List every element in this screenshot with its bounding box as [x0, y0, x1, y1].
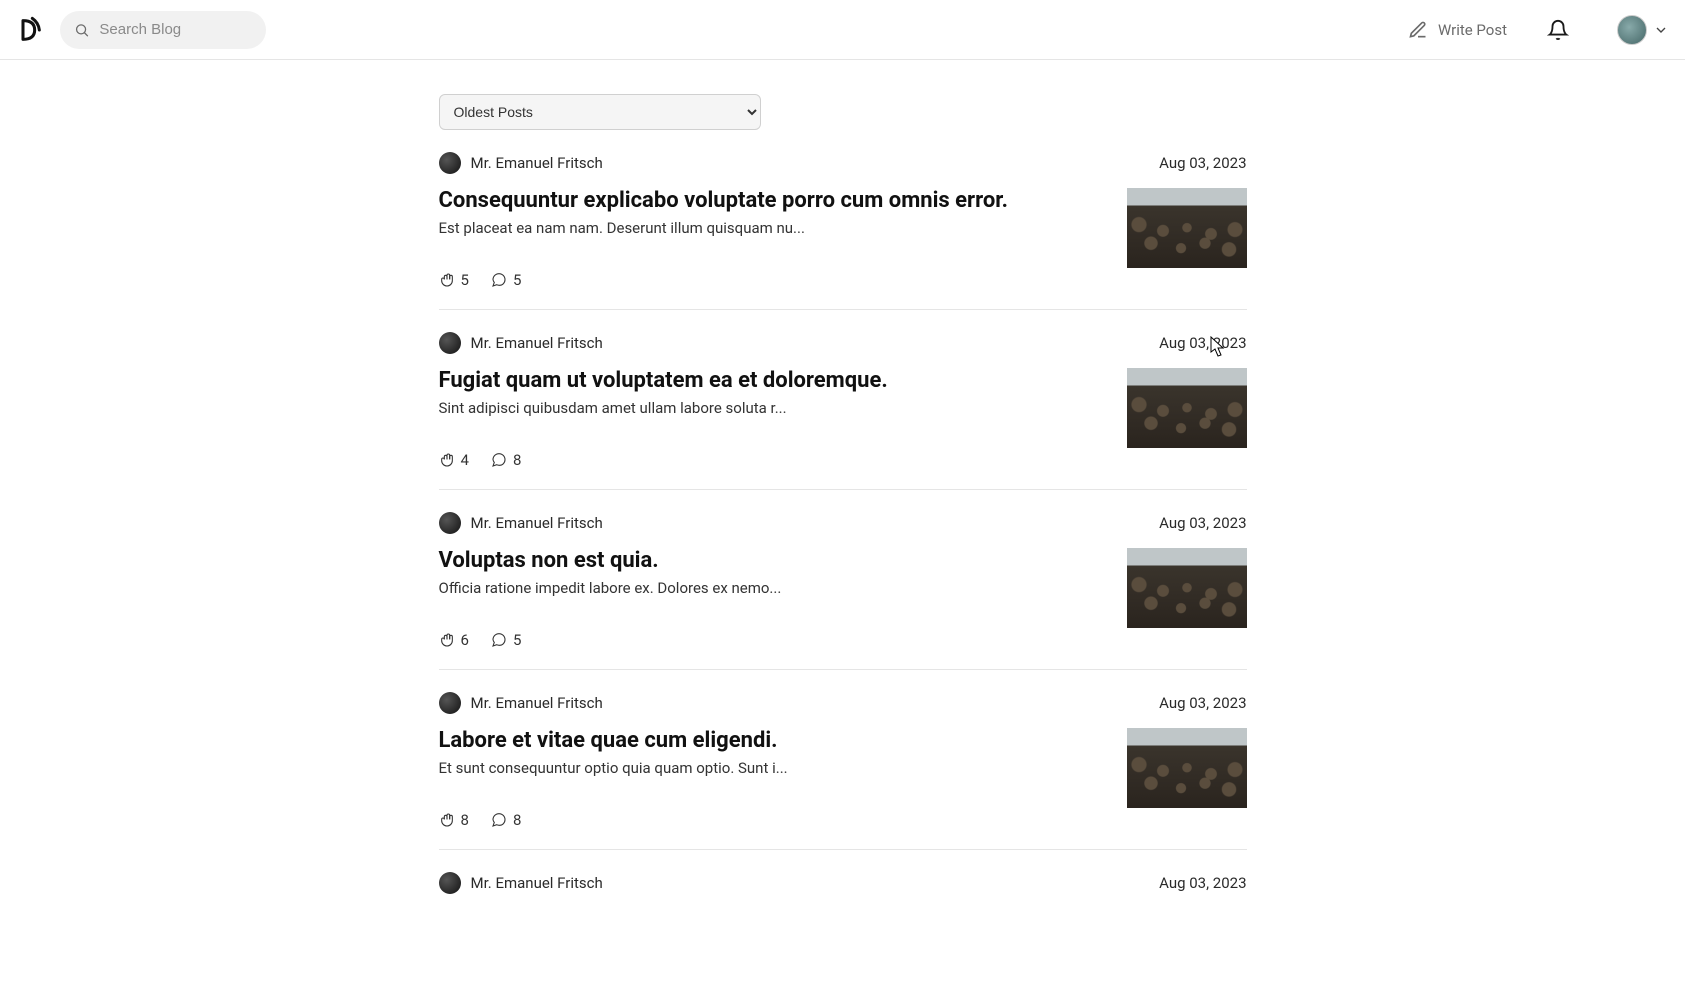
post-author[interactable]: Mr. Emanuel Fritsch [439, 512, 603, 534]
comment-count: 8 [513, 451, 521, 469]
clap-button[interactable]: 4 [439, 451, 469, 469]
post-date: Aug 03, 2023 [1159, 874, 1246, 892]
author-avatar [439, 512, 461, 534]
author-avatar [439, 332, 461, 354]
post-title[interactable]: Labore et vitae quae cum eligendi. [439, 728, 1103, 753]
post-author[interactable]: Mr. Emanuel Fritsch [439, 692, 603, 714]
post-item: Mr. Emanuel Fritsch Aug 03, 2023 Labore … [439, 670, 1247, 850]
post-thumbnail[interactable] [1127, 368, 1247, 448]
clap-button[interactable]: 5 [439, 271, 469, 289]
post-date: Aug 03, 2023 [1159, 514, 1246, 532]
author-avatar [439, 872, 461, 894]
comment-count: 8 [513, 811, 521, 829]
clap-count: 5 [461, 271, 469, 289]
sort-select[interactable]: Oldest Posts [439, 94, 761, 130]
clap-count: 6 [461, 631, 469, 649]
clap-icon [439, 632, 455, 648]
user-menu[interactable] [1617, 15, 1669, 45]
post-item: Mr. Emanuel Fritsch Aug 03, 2023 Volupta… [439, 490, 1247, 670]
post-title[interactable]: Consequuntur explicabo voluptate porro c… [439, 188, 1103, 213]
comment-button[interactable]: 5 [491, 631, 521, 649]
search-icon [74, 21, 89, 39]
post-date: Aug 03, 2023 [1159, 694, 1246, 712]
post-excerpt: Sint adipisci quibusdam amet ullam labor… [439, 399, 1103, 417]
notifications-icon[interactable] [1547, 19, 1569, 41]
clap-icon [439, 452, 455, 468]
post-thumbnail[interactable] [1127, 188, 1247, 268]
post-item: Mr. Emanuel Fritsch Aug 03, 2023 Consequ… [439, 130, 1247, 310]
post-title[interactable]: Voluptas non est quia. [439, 548, 1103, 573]
post-thumbnail[interactable] [1127, 728, 1247, 808]
comment-count: 5 [513, 271, 521, 289]
comment-button[interactable]: 8 [491, 451, 521, 469]
comment-icon [491, 812, 507, 828]
comment-button[interactable]: 5 [491, 271, 521, 289]
author-name: Mr. Emanuel Fritsch [471, 874, 603, 892]
clap-button[interactable]: 8 [439, 811, 469, 829]
author-name: Mr. Emanuel Fritsch [471, 154, 603, 172]
header: Write Post [0, 0, 1685, 60]
post-date: Aug 03, 2023 [1159, 334, 1246, 352]
clap-icon [439, 812, 455, 828]
post-item: Mr. Emanuel Fritsch Aug 03, 2023 [439, 850, 1247, 928]
user-avatar [1617, 15, 1647, 45]
write-icon [1408, 20, 1428, 40]
clap-count: 4 [461, 451, 469, 469]
clap-button[interactable]: 6 [439, 631, 469, 649]
post-thumbnail[interactable] [1127, 548, 1247, 628]
comment-icon [491, 632, 507, 648]
author-name: Mr. Emanuel Fritsch [471, 694, 603, 712]
author-avatar [439, 152, 461, 174]
post-excerpt: Officia ratione impedit labore ex. Dolor… [439, 579, 1103, 597]
post-author[interactable]: Mr. Emanuel Fritsch [439, 332, 603, 354]
author-name: Mr. Emanuel Fritsch [471, 514, 603, 532]
comment-icon [491, 452, 507, 468]
clap-count: 8 [461, 811, 469, 829]
post-item: Mr. Emanuel Fritsch Aug 03, 2023 Fugiat … [439, 310, 1247, 490]
author-avatar [439, 692, 461, 714]
post-author[interactable]: Mr. Emanuel Fritsch [439, 872, 603, 894]
logo[interactable] [16, 16, 44, 44]
post-excerpt: Est placeat ea nam nam. Deserunt illum q… [439, 219, 1103, 237]
chevron-down-icon [1653, 22, 1669, 38]
search-input[interactable] [99, 21, 252, 38]
main-content: Oldest Posts Mr. Emanuel Fritsch Aug 03,… [439, 60, 1247, 968]
write-post-button[interactable]: Write Post [1408, 20, 1507, 40]
comment-count: 5 [513, 631, 521, 649]
post-excerpt: Et sunt consequuntur optio quia quam opt… [439, 759, 1103, 777]
post-title[interactable]: Fugiat quam ut voluptatem ea et doloremq… [439, 368, 1103, 393]
clap-icon [439, 272, 455, 288]
post-date: Aug 03, 2023 [1159, 154, 1246, 172]
write-post-label: Write Post [1438, 21, 1507, 39]
search-field[interactable] [60, 11, 266, 49]
comment-icon [491, 272, 507, 288]
comment-button[interactable]: 8 [491, 811, 521, 829]
author-name: Mr. Emanuel Fritsch [471, 334, 603, 352]
post-author[interactable]: Mr. Emanuel Fritsch [439, 152, 603, 174]
